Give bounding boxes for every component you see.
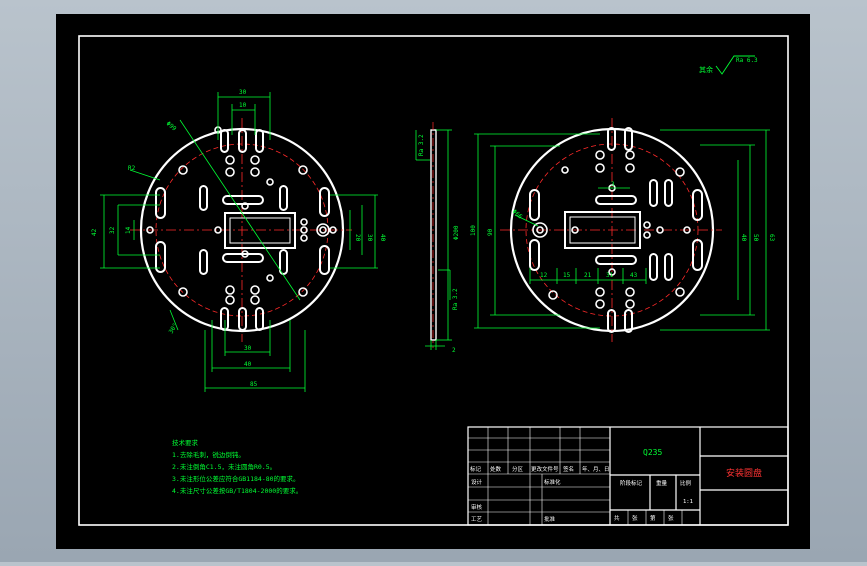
dim-back-3: 3 <box>611 181 615 188</box>
dim-front-right-20: 20 <box>354 234 361 242</box>
dim-side-ra-bottom: Ra 3.2 <box>452 288 459 310</box>
dim-front-bottom-85: 85 <box>250 381 258 388</box>
tb-scale: 1:1 <box>683 499 693 505</box>
tb-label-mark: 标记 <box>470 465 482 473</box>
dim-back-21: 21 <box>584 272 592 279</box>
tb-sheet-no: 第 <box>650 514 656 522</box>
dim-front-bottom-30: 30 <box>244 345 252 352</box>
tb-standardize: 标准化 <box>544 478 561 486</box>
tb-label-change-doc: 更改文件号 <box>531 465 559 473</box>
tb-label-date: 年、月、日 <box>582 465 610 473</box>
dim-front-bottom-40: 40 <box>244 361 252 368</box>
dim-front-top-10: 10 <box>239 102 247 109</box>
dim-front-right-40: 40 <box>379 234 386 242</box>
dim-back-12: 12 <box>540 272 548 279</box>
tb-label-signature: 签名 <box>563 465 574 473</box>
dim-front-top-30: 30 <box>239 89 247 96</box>
surface-note-prefix: 其余 <box>699 65 713 74</box>
tb-part-name: 安装圆盘 <box>726 467 762 479</box>
surface-note-value: Ra 6.3 <box>736 57 758 64</box>
dim-back-63: 63 <box>768 234 775 242</box>
dim-back-43: 43 <box>630 272 638 279</box>
tech-req-item-3: 3.未注形位公差应符合GB1184-80的要求。 <box>172 474 300 483</box>
tb-review: 审核 <box>471 503 483 511</box>
tech-req-title: 技术要求 <box>172 438 199 447</box>
dim-side-diameter: Φ200 <box>453 225 460 240</box>
tb-label-count: 处数 <box>490 465 502 473</box>
dim-front-r2: R2 <box>128 165 136 172</box>
tb-ratio: 比例 <box>680 479 692 487</box>
tb-sheet-label: 张 <box>668 514 674 522</box>
dim-front-right-30: 30 <box>366 234 373 242</box>
dim-back-100: 100 <box>470 225 477 236</box>
dim-front-left-32: 32 <box>109 226 116 234</box>
tech-req-item-2: 2.未注倒角C1.5，未注圆角R0.5。 <box>172 462 276 471</box>
tb-stage-mark: 阶段标记 <box>620 479 643 487</box>
tb-material: Q235 <box>643 448 662 457</box>
cad-drawing-canvas[interactable]: 30 10 Φ99 R2 42 32 14 20 30 40 30 40 85 … <box>0 0 867 562</box>
dim-back-40: 40 <box>740 234 747 242</box>
dim-side-ra-top: Ra 3.2 <box>418 134 425 156</box>
tb-process: 工艺 <box>471 516 483 523</box>
tb-approve: 批准 <box>544 515 556 523</box>
tb-label-zone: 分区 <box>512 465 524 473</box>
dim-back-50: 50 <box>752 234 759 242</box>
tech-req-item-4: 4.未注尺寸公差按GB/T1804-2000的要求。 <box>172 486 302 495</box>
dim-front-left-42: 42 <box>91 228 98 236</box>
dim-front-left-14: 14 <box>125 226 132 234</box>
tb-sheets-label: 张 <box>632 514 638 522</box>
cad-drawing-window: 30 10 Φ99 R2 42 32 14 20 30 40 30 40 85 … <box>0 0 867 562</box>
dim-back-15: 15 <box>563 272 571 279</box>
tb-design: 设计 <box>471 478 483 486</box>
dim-back-31: 31 <box>606 272 614 279</box>
dim-side-thickness: 2 <box>452 347 456 354</box>
tech-req-item-1: 1.去除毛刺，锐边倒钝。 <box>172 450 245 459</box>
dim-back-90: 90 <box>487 228 494 236</box>
tb-weight: 重量 <box>656 479 668 487</box>
drawing-sheet <box>56 14 810 549</box>
tb-sheets-total: 共 <box>614 514 620 522</box>
